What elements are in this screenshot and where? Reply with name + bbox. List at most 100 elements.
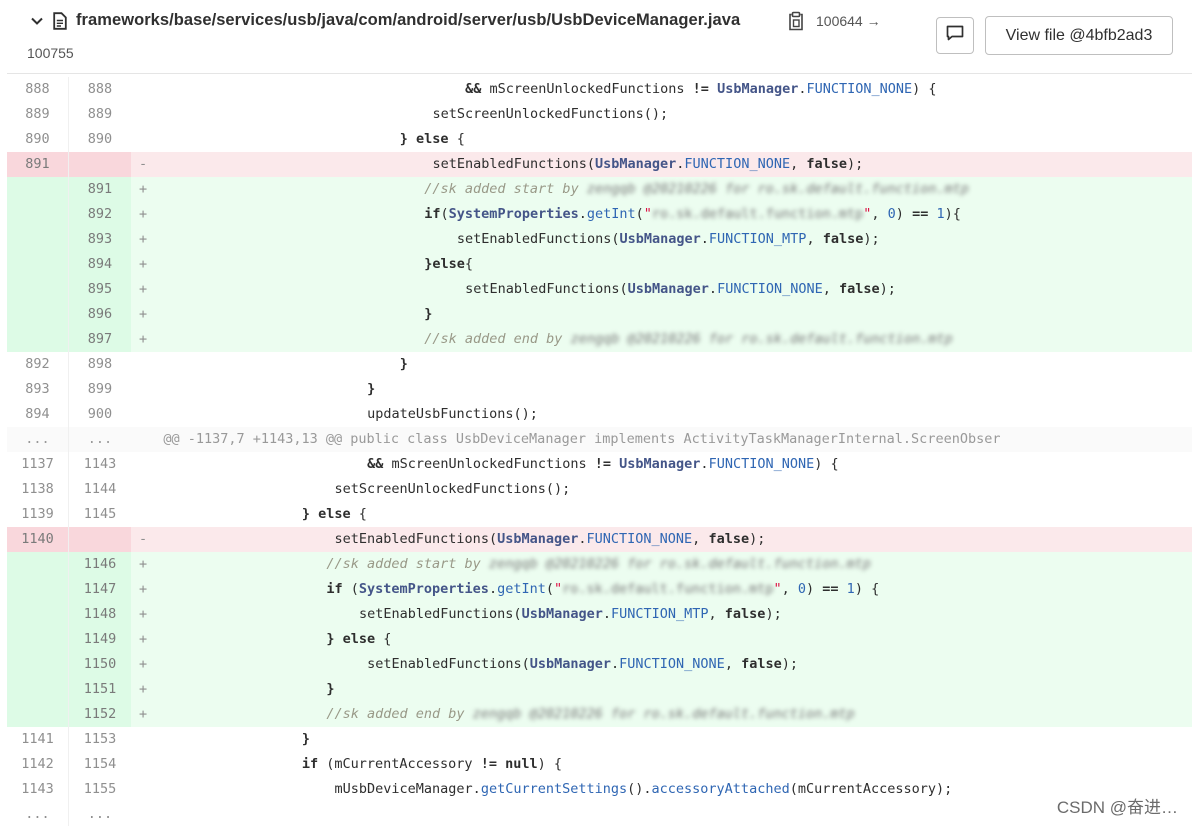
new-line-number[interactable]: 892 bbox=[69, 202, 131, 227]
code-token: ); bbox=[781, 656, 798, 672]
plus-sign: + bbox=[139, 556, 148, 572]
code-token: updateUsbFunctions(); bbox=[367, 406, 538, 422]
code-token: FUNCTION_NONE bbox=[684, 156, 791, 172]
old-line-number[interactable]: 892 bbox=[7, 352, 69, 377]
code-token: == bbox=[822, 581, 839, 597]
old-line-number[interactable]: 894 bbox=[7, 402, 69, 427]
code-token: zengqb @20210226 for ro.sk.default.funct… bbox=[472, 706, 855, 722]
new-line-number[interactable]: 1155 bbox=[69, 777, 131, 802]
old-line-number[interactable]: 1143 bbox=[7, 777, 69, 802]
new-line-number[interactable]: 1153 bbox=[69, 727, 131, 752]
code-content: + setEnabledFunctions(UsbManager.FUNCTION… bbox=[131, 277, 1192, 302]
new-line-number[interactable]: 1149 bbox=[69, 627, 131, 652]
code-token: mUsbDeviceManager. bbox=[334, 781, 481, 797]
code-content: + if(SystemProperties.getInt("ro.sk.defau… bbox=[131, 202, 1192, 227]
old-line-number[interactable]: 888 bbox=[7, 77, 69, 102]
new-line-number[interactable]: 891 bbox=[69, 177, 131, 202]
old-line-number[interactable] bbox=[7, 327, 69, 352]
new-line-number[interactable]: 1143 bbox=[69, 452, 131, 477]
code-text: if (mCurrentAccessory != null) { bbox=[302, 752, 562, 777]
new-line-number[interactable]: 894 bbox=[69, 252, 131, 277]
old-line-number[interactable] bbox=[7, 602, 69, 627]
diff-line-removed: 891 - setEnabledFunctions(UsbManager.FUNCT… bbox=[7, 152, 1192, 177]
old-line-number[interactable] bbox=[7, 177, 69, 202]
code-content: + //sk added start by zengqb @20210226 fo… bbox=[131, 552, 1192, 577]
old-line-number[interactable] bbox=[7, 702, 69, 727]
code-token: , bbox=[790, 156, 807, 172]
new-line-number[interactable]: 890 bbox=[69, 127, 131, 152]
code-content: - setEnabledFunctions(UsbManager.FUNCTION… bbox=[131, 527, 1192, 552]
comment-button[interactable] bbox=[936, 17, 974, 54]
old-line-number[interactable] bbox=[7, 227, 69, 252]
new-line-number[interactable]: 1144 bbox=[69, 477, 131, 502]
old-line-number[interactable] bbox=[7, 277, 69, 302]
new-line-number[interactable] bbox=[69, 527, 131, 552]
code-token: . bbox=[611, 656, 620, 672]
code-content: } else { bbox=[131, 502, 1192, 527]
plus-sign: + bbox=[139, 206, 148, 222]
old-line-number[interactable]: 893 bbox=[7, 377, 69, 402]
code-token: false bbox=[806, 156, 847, 172]
new-line-number[interactable]: 899 bbox=[69, 377, 131, 402]
new-line-number[interactable]: 900 bbox=[69, 402, 131, 427]
plus-sign: + bbox=[139, 581, 148, 597]
code-token: , bbox=[781, 581, 798, 597]
new-line-number[interactable]: 1147 bbox=[69, 577, 131, 602]
new-line-number[interactable]: 893 bbox=[69, 227, 131, 252]
view-file-button[interactable]: View file @4bfb2ad3 bbox=[985, 16, 1173, 55]
old-line-number[interactable] bbox=[7, 302, 69, 327]
new-line-number[interactable]: ... bbox=[69, 427, 131, 452]
old-line-number[interactable]: 889 bbox=[7, 102, 69, 127]
code-content: + //sk added end by zengqb @20210226 for … bbox=[131, 702, 1192, 727]
code-token: //sk added end by bbox=[326, 706, 473, 722]
code-content: - setEnabledFunctions(UsbManager.FUNCTION… bbox=[131, 152, 1192, 177]
chevron-down-icon[interactable] bbox=[29, 12, 45, 30]
old-line-number[interactable] bbox=[7, 202, 69, 227]
code-token: . bbox=[700, 456, 709, 472]
new-line-number[interactable]: 1145 bbox=[69, 502, 131, 527]
new-line-number[interactable]: 1152 bbox=[69, 702, 131, 727]
code-token: ro.sk.default.function.mtp bbox=[651, 206, 864, 222]
code-content: } bbox=[131, 377, 1192, 402]
new-line-number[interactable]: 1154 bbox=[69, 752, 131, 777]
new-line-number[interactable]: ... bbox=[69, 802, 131, 826]
code-text: setScreenUnlockedFunctions(); bbox=[432, 102, 668, 127]
old-line-number[interactable]: ... bbox=[7, 802, 69, 826]
code-token: , bbox=[724, 656, 742, 672]
new-line-number[interactable]: 1148 bbox=[69, 602, 131, 627]
new-line-number[interactable]: 889 bbox=[69, 102, 131, 127]
code-text: //sk added start by zengqb @20210226 for… bbox=[424, 177, 969, 202]
file-path: frameworks/base/services/usb/java/com/an… bbox=[76, 11, 741, 29]
old-line-number[interactable] bbox=[7, 652, 69, 677]
old-line-number[interactable] bbox=[7, 677, 69, 702]
new-line-number[interactable]: 896 bbox=[69, 302, 131, 327]
old-line-number[interactable]: ... bbox=[7, 427, 69, 452]
old-line-number[interactable]: 1141 bbox=[7, 727, 69, 752]
code-token: , bbox=[692, 531, 709, 547]
old-line-number[interactable]: 1142 bbox=[7, 752, 69, 777]
new-line-number[interactable] bbox=[69, 152, 131, 177]
code-token: . bbox=[578, 531, 587, 547]
old-line-number[interactable]: 1137 bbox=[7, 452, 69, 477]
diff-hunk-header: ...... @@ -1137,7 +1143,13 @@ public clas… bbox=[7, 427, 1192, 452]
old-line-number[interactable] bbox=[7, 577, 69, 602]
code-token: SystemProperties bbox=[358, 581, 489, 597]
copy-icon[interactable] bbox=[788, 11, 804, 31]
old-line-number[interactable]: 1139 bbox=[7, 502, 69, 527]
old-line-number[interactable] bbox=[7, 552, 69, 577]
code-token: ) bbox=[806, 581, 823, 597]
new-line-number[interactable]: 1150 bbox=[69, 652, 131, 677]
new-line-number[interactable]: 1151 bbox=[69, 677, 131, 702]
old-line-number[interactable]: 890 bbox=[7, 127, 69, 152]
old-line-number[interactable]: 1138 bbox=[7, 477, 69, 502]
new-line-number[interactable]: 1146 bbox=[69, 552, 131, 577]
new-line-number[interactable]: 898 bbox=[69, 352, 131, 377]
new-line-number[interactable]: 888 bbox=[69, 77, 131, 102]
old-line-number[interactable] bbox=[7, 627, 69, 652]
code-token: SystemProperties bbox=[448, 206, 579, 222]
old-line-number[interactable]: 891 bbox=[7, 152, 69, 177]
old-line-number[interactable] bbox=[7, 252, 69, 277]
new-line-number[interactable]: 897 bbox=[69, 327, 131, 352]
new-line-number[interactable]: 895 bbox=[69, 277, 131, 302]
old-line-number[interactable]: 1140 bbox=[7, 527, 69, 552]
